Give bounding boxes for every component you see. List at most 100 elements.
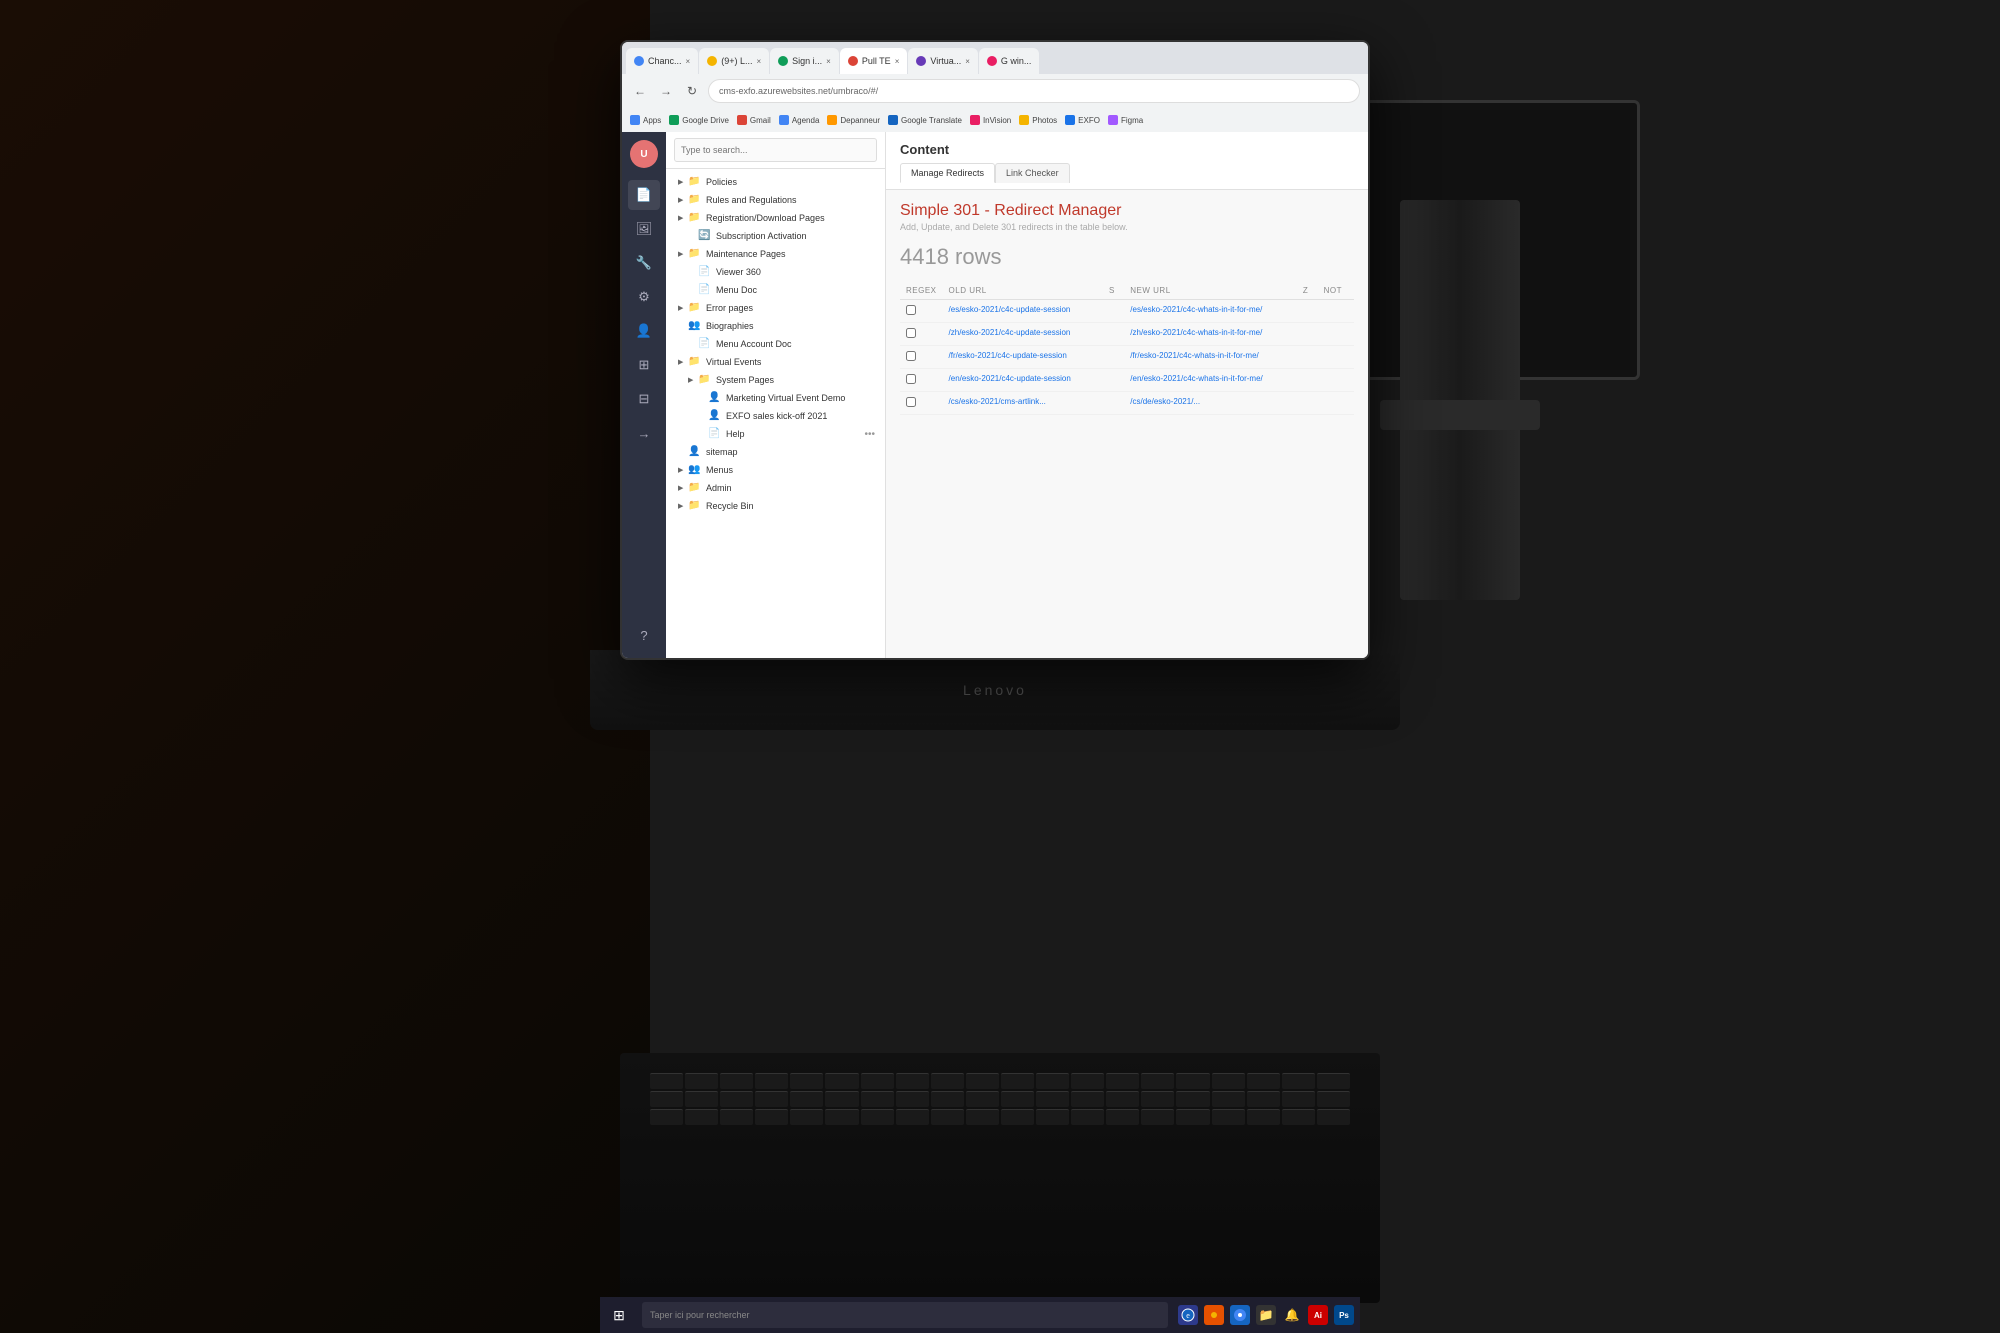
tree-item-rules[interactable]: ▶ 📁 Rules and Regulations <box>666 191 885 209</box>
tab-close-4[interactable]: × <box>895 57 900 66</box>
cms-nav-help[interactable]: ? <box>628 620 660 650</box>
old-url-5: /cs/esko-2021/cms-artlink... <box>943 392 1103 415</box>
checkbox-input-5[interactable] <box>906 397 916 407</box>
tab-2[interactable]: (9+) L... × <box>699 48 769 74</box>
bookmark-agenda[interactable]: Agenda <box>779 115 820 125</box>
tab-3[interactable]: Sign i... × <box>770 48 839 74</box>
tab-close-3[interactable]: × <box>826 57 831 66</box>
more-button-help[interactable]: ••• <box>862 429 877 440</box>
tree-item-subscription[interactable]: 🔄 Subscription Activation <box>666 227 885 245</box>
checkbox-4[interactable] <box>900 369 943 392</box>
new-url-link-1[interactable]: /es/esko-2021/c4c-whats-in-it-for-me/ <box>1130 305 1262 314</box>
bookmark-exfo[interactable]: EXFO <box>1065 115 1100 125</box>
old-url-link-1[interactable]: /es/esko-2021/c4c-update-session <box>949 305 1071 314</box>
cms-nav-packages[interactable]: ⊞ <box>628 350 660 380</box>
bookmark-figma[interactable]: Figma <box>1108 115 1143 125</box>
tree-item-recyclebin[interactable]: ▶ 📁 Recycle Bin <box>666 497 885 515</box>
tree-label-menuaccount: Menu Account Doc <box>716 339 877 349</box>
tab-6[interactable]: G win... <box>979 48 1040 74</box>
old-url-link-5[interactable]: /cs/esko-2021/cms-artlink... <box>949 397 1046 406</box>
tree-item-menuaccount[interactable]: 📄 Menu Account Doc <box>666 335 885 353</box>
tab-close-2[interactable]: × <box>756 57 761 66</box>
bookmark-translate[interactable]: Google Translate <box>888 115 962 125</box>
old-url-link-4[interactable]: /en/esko-2021/c4c-update-session <box>949 374 1071 383</box>
folder-icon-reg: 📁 <box>688 212 702 224</box>
old-url-link-2[interactable]: /zh/esko-2021/c4c-update-session <box>949 328 1071 337</box>
tree-item-help[interactable]: 📄 Help ••• <box>666 425 885 443</box>
cms-nav-settings[interactable]: 🔧 <box>628 248 660 278</box>
taskbar-bell-icon[interactable]: 🔔 <box>1282 1305 1302 1325</box>
tree-item-registration[interactable]: ▶ 📁 Registration/Download Pages <box>666 209 885 227</box>
checkbox-5[interactable] <box>900 392 943 415</box>
search-input[interactable] <box>674 138 877 162</box>
tab-4-active[interactable]: Pull TE × <box>840 48 908 74</box>
tree-item-sitemap[interactable]: 👤 sitemap <box>666 443 885 461</box>
bookmark-apps[interactable]: Apps <box>630 115 661 125</box>
tree-item-marketing[interactable]: 👤 Marketing Virtual Event Demo <box>666 389 885 407</box>
checkbox-input-1[interactable] <box>906 305 916 315</box>
cms-nav-users[interactable]: 👤 <box>628 316 660 346</box>
tree-label-menudoc: Menu Doc <box>716 285 877 295</box>
checkbox-input-2[interactable] <box>906 328 916 338</box>
tree-item-systempages[interactable]: ▶ 📁 System Pages <box>666 371 885 389</box>
checkbox-input-3[interactable] <box>906 351 916 361</box>
tree-item-policies[interactable]: ▶ 📁 Policies <box>666 173 885 191</box>
address-bar[interactable]: cms-exfo.azurewebsites.net/umbraco/#/ <box>708 79 1360 103</box>
start-button[interactable]: ⊞ <box>604 1300 634 1330</box>
bookmark-depanneur[interactable]: Depanneur <box>827 115 880 125</box>
tab-1[interactable]: Chanc... × <box>626 48 698 74</box>
old-url-3: /fr/esko-2021/c4c-update-session <box>943 346 1103 369</box>
tab-5[interactable]: Virtua... × <box>908 48 978 74</box>
old-url-link-3[interactable]: /fr/esko-2021/c4c-update-session <box>949 351 1067 360</box>
back-button[interactable]: ← <box>630 81 650 101</box>
tab-close-5[interactable]: × <box>965 57 970 66</box>
checkbox-input-4[interactable] <box>906 374 916 384</box>
cms-nav-redirect[interactable]: → <box>628 418 660 448</box>
cms-nav-content[interactable]: 📄 <box>628 180 660 210</box>
checkbox-1[interactable] <box>900 300 943 323</box>
bookmark-photos[interactable]: Photos <box>1019 115 1057 125</box>
taskbar-firefox-icon[interactable] <box>1204 1305 1224 1325</box>
key <box>790 1091 823 1107</box>
cms-logo[interactable]: U <box>630 140 658 168</box>
taskbar-ai-icon[interactable]: Ai <box>1308 1305 1328 1325</box>
tab-link-checker[interactable]: Link Checker <box>995 163 1070 183</box>
tree-item-error[interactable]: ▶ 📁 Error pages <box>666 299 885 317</box>
new-url-link-4[interactable]: /en/esko-2021/c4c-whats-in-it-for-me/ <box>1130 374 1263 383</box>
new-url-link-5[interactable]: /cs/de/esko-2021/... <box>1130 397 1200 406</box>
tree-item-exfosales[interactable]: 👤 EXFO sales kick-off 2021 <box>666 407 885 425</box>
old-url-1: /es/esko-2021/c4c-update-session <box>943 300 1103 323</box>
tree-item-biographies[interactable]: 👥 Biographies <box>666 317 885 335</box>
refresh-button[interactable]: ↻ <box>682 81 702 101</box>
tree-item-virtualevents[interactable]: ▶ 📁 Virtual Events <box>666 353 885 371</box>
main-content-panel: Content Manage Redirects Link Checker Si… <box>886 132 1368 658</box>
new-url-link-2[interactable]: /zh/esko-2021/c4c-whats-in-it-for-me/ <box>1130 328 1262 337</box>
content-tabs: Manage Redirects Link Checker <box>900 163 1354 183</box>
bookmark-invision[interactable]: InVision <box>970 115 1011 125</box>
taskbar-search[interactable]: Taper ici pour rechercher <box>642 1302 1168 1328</box>
taskbar-ie-icon[interactable]: e <box>1178 1305 1198 1325</box>
taskbar-chrome-icon[interactable] <box>1230 1305 1250 1325</box>
tab-close-1[interactable]: × <box>686 57 691 66</box>
tree-item-menudoc[interactable]: 📄 Menu Doc <box>666 281 885 299</box>
cms-nav-reports[interactable]: ⊟ <box>628 384 660 414</box>
checkbox-2[interactable] <box>900 323 943 346</box>
th-not: NOT <box>1318 282 1354 300</box>
tree-item-maintenance[interactable]: ▶ 📁 Maintenance Pages <box>666 245 885 263</box>
bookmark-drive[interactable]: Google Drive <box>669 115 729 125</box>
cms-nav-media[interactable]: 🖼 <box>628 214 660 244</box>
bookmark-gmail[interactable]: Gmail <box>737 115 771 125</box>
taskbar-folder-icon[interactable]: 📁 <box>1256 1305 1276 1325</box>
tree-item-admin[interactable]: ▶ 📁 Admin <box>666 479 885 497</box>
tab-label-4: Pull TE <box>862 56 891 66</box>
taskbar-ps-icon[interactable]: Ps <box>1334 1305 1354 1325</box>
tree-item-viewer360[interactable]: 📄 Viewer 360 <box>666 263 885 281</box>
forward-button[interactable]: → <box>656 81 676 101</box>
new-url-link-3[interactable]: /fr/esko-2021/c4c-whats-in-it-for-me/ <box>1130 351 1258 360</box>
tab-manage-redirects[interactable]: Manage Redirects <box>900 163 995 183</box>
tree-item-menus[interactable]: ▶ 👥 Menus <box>666 461 885 479</box>
key <box>1247 1073 1280 1089</box>
cms-nav-config[interactable]: ⚙ <box>628 282 660 312</box>
checkbox-3[interactable] <box>900 346 943 369</box>
browser-tabs[interactable]: Chanc... × (9+) L... × Sign i... × Pull … <box>622 42 1368 74</box>
